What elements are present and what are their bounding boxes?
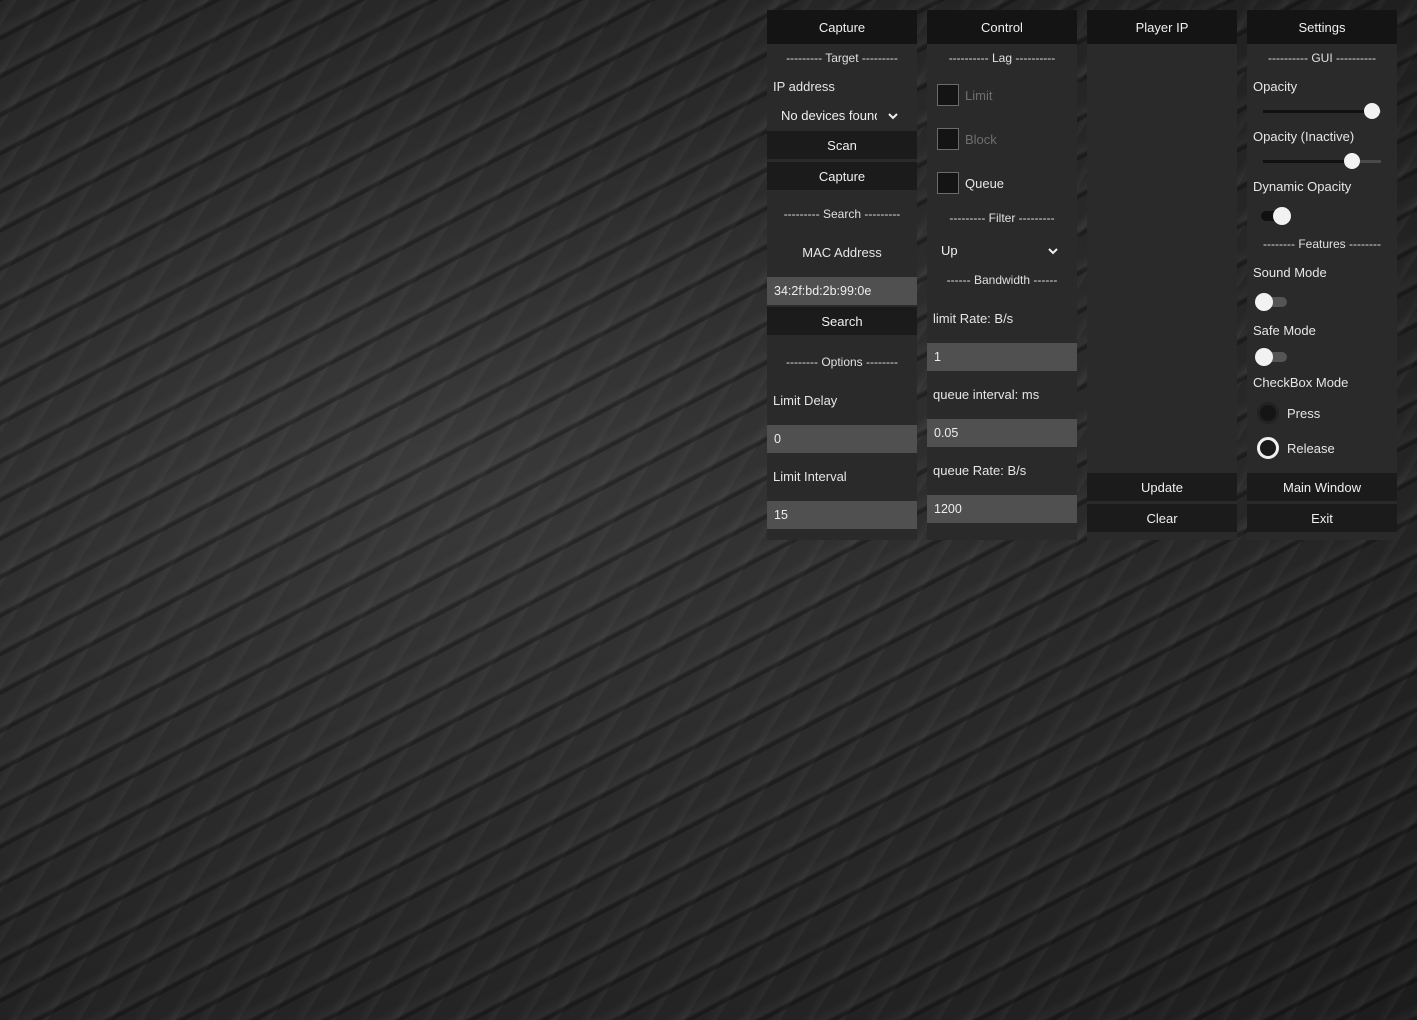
limit-delay-label: Limit Delay <box>773 393 838 408</box>
limit-checkbox[interactable] <box>937 84 959 106</box>
limit-rate-label: limit Rate: B/s <box>933 311 1014 326</box>
ip-address-label: IP address <box>773 79 835 94</box>
settings-panel: Settings ---------- GUI ---------- Opaci… <box>1247 10 1397 540</box>
update-button[interactable]: Update <box>1087 473 1237 501</box>
checkbox-mode-label: CheckBox Mode <box>1253 375 1349 390</box>
options-separator: -------- Options -------- <box>786 355 898 369</box>
opacity-inactive-slider[interactable] <box>1263 153 1381 169</box>
features-separator: -------- Features -------- <box>1263 237 1381 251</box>
exit-button[interactable]: Exit <box>1247 504 1397 532</box>
queue-checkbox-label: Queue <box>965 175 1005 191</box>
press-radio-label: Press <box>1287 405 1321 421</box>
capture-panel-title[interactable]: Capture <box>767 10 917 44</box>
control-panel-title[interactable]: Control <box>927 10 1077 44</box>
release-radio-row[interactable]: Release <box>1257 436 1335 460</box>
capture-button[interactable]: Capture <box>767 162 917 190</box>
block-checkbox-row[interactable]: Block <box>937 127 997 151</box>
gui-separator: ---------- GUI ---------- <box>1268 51 1376 65</box>
block-checkbox-label: Block <box>965 131 997 147</box>
mac-address-label: MAC Address <box>802 245 882 260</box>
toggle-knob <box>1255 348 1273 366</box>
player-ip-list[interactable] <box>1087 44 1237 472</box>
dynamic-opacity-label: Dynamic Opacity <box>1253 179 1352 194</box>
limit-delay-input[interactable]: 0 <box>767 425 917 453</box>
safe-mode-label: Safe Mode <box>1253 323 1316 338</box>
lag-separator: ---------- Lag ---------- <box>948 51 1056 65</box>
sound-mode-label: Sound Mode <box>1253 265 1327 280</box>
filter-separator: --------- Filter --------- <box>949 211 1055 225</box>
search-separator: --------- Search --------- <box>783 207 901 221</box>
press-radio-row[interactable]: Press <box>1257 401 1320 425</box>
queue-rate-input[interactable]: 1200 <box>927 495 1077 523</box>
filter-dropdown[interactable]: Up <box>941 236 1071 264</box>
queue-interval-label: queue interval: ms <box>933 387 1040 402</box>
block-checkbox[interactable] <box>937 128 959 150</box>
limit-interval-input[interactable]: 15 <box>767 501 917 529</box>
opacity-inactive-slider-thumb[interactable] <box>1343 153 1360 169</box>
limit-rate-input[interactable]: 1 <box>927 343 1077 371</box>
ip-address-dropdown[interactable]: No devices found <box>781 101 911 129</box>
mac-address-input[interactable]: 34:2f:bd:2b:99:0e <box>767 277 917 305</box>
scan-button[interactable]: Scan <box>767 131 917 159</box>
main-window-button[interactable]: Main Window <box>1247 473 1397 501</box>
safe-mode-toggle[interactable] <box>1255 347 1289 367</box>
settings-panel-title[interactable]: Settings <box>1247 10 1397 44</box>
queue-rate-label: queue Rate: B/s <box>933 463 1027 478</box>
ip-address-selected: No devices found <box>781 107 877 123</box>
press-radio[interactable] <box>1257 402 1279 424</box>
queue-interval-input[interactable]: 0.05 <box>927 419 1077 447</box>
limit-checkbox-label: Limit <box>965 87 993 103</box>
toggle-knob <box>1273 207 1291 225</box>
opacity-label: Opacity <box>1253 79 1298 94</box>
clear-button[interactable]: Clear <box>1087 504 1237 532</box>
opacity-slider-fill <box>1263 110 1372 113</box>
opacity-slider[interactable] <box>1263 103 1381 119</box>
release-radio-label: Release <box>1287 440 1335 456</box>
control-panel: Control ---------- Lag ---------- Limit … <box>927 10 1077 540</box>
toggle-knob <box>1255 293 1273 311</box>
queue-checkbox-row[interactable]: Queue <box>937 171 1004 195</box>
player-ip-panel-title[interactable]: Player IP <box>1087 10 1237 44</box>
chevron-down-icon <box>1048 248 1058 255</box>
bandwidth-separator: ------ Bandwidth ------ <box>946 273 1058 287</box>
player-ip-panel: Player IP Update Clear <box>1087 10 1237 540</box>
opacity-slider-thumb[interactable] <box>1363 103 1380 119</box>
target-separator: --------- Target --------- <box>786 51 898 65</box>
capture-panel: Capture --------- Target --------- IP ad… <box>767 10 917 540</box>
limit-checkbox-row[interactable]: Limit <box>937 83 992 107</box>
opacity-inactive-slider-fill <box>1263 160 1352 163</box>
opacity-inactive-label: Opacity (Inactive) <box>1253 129 1355 144</box>
dynamic-opacity-toggle[interactable] <box>1257 206 1291 226</box>
limit-interval-label: Limit Interval <box>773 469 847 484</box>
filter-selected: Up <box>941 242 958 258</box>
search-button[interactable]: Search <box>767 307 917 335</box>
chevron-down-icon <box>888 113 898 120</box>
sound-mode-toggle[interactable] <box>1255 292 1289 312</box>
queue-checkbox[interactable] <box>937 172 959 194</box>
release-radio[interactable] <box>1257 437 1279 459</box>
